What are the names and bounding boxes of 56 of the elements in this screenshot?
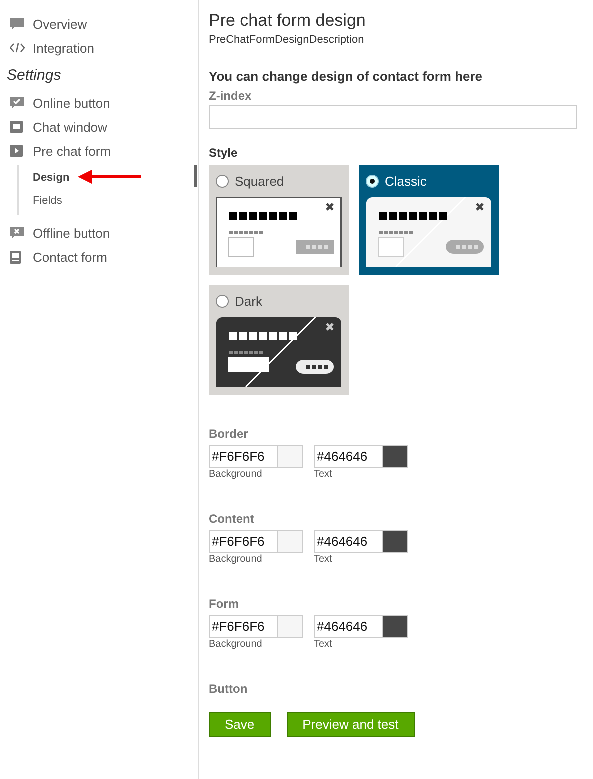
section-heading: Settings	[6, 66, 62, 86]
field-caption: Text	[314, 554, 334, 565]
color-swatch[interactable]	[277, 616, 302, 637]
nav-item[interactable]: Integration	[33, 40, 94, 56]
color-field[interactable]: #464646	[314, 615, 408, 638]
color-field[interactable]: #464646	[314, 530, 408, 553]
section-heading: Content	[209, 512, 256, 526]
section-heading: Form	[209, 597, 240, 611]
section-heading: You can change design of contact form here	[209, 69, 484, 84]
radio-button[interactable]	[366, 175, 379, 188]
color-swatch[interactable]	[382, 446, 407, 467]
option-label: Squared	[235, 174, 284, 189]
color-field[interactable]: #F6F6F6	[209, 445, 303, 468]
color-swatch[interactable]	[382, 531, 407, 552]
color-swatch[interactable]	[277, 446, 302, 467]
color-swatch[interactable]	[277, 531, 302, 552]
chat-icon	[10, 18, 24, 30]
nav-item[interactable]: Offline button	[33, 226, 110, 240]
nav-subitem[interactable]: Fields	[33, 190, 62, 213]
window-icon	[10, 121, 23, 133]
input-field[interactable]	[209, 105, 577, 129]
field-label: Z-index	[209, 89, 253, 103]
section-heading: Style	[209, 146, 239, 160]
field-caption: Background	[209, 554, 264, 565]
color-swatch[interactable]	[382, 616, 407, 637]
field-caption: Text	[314, 469, 334, 480]
x-icon	[10, 226, 24, 240]
option-label: Dark	[235, 294, 262, 309]
radio-button[interactable]	[216, 175, 229, 188]
arrow-icon	[78, 170, 141, 184]
nav-subitem[interactable]: Design	[33, 167, 70, 190]
page-title: Pre chat form design	[209, 11, 367, 31]
style-option-card[interactable]: Squared	[209, 165, 349, 275]
field-caption: Text	[314, 639, 334, 650]
section-heading: Border	[209, 427, 250, 441]
color-field[interactable]: #F6F6F6	[209, 530, 303, 553]
nav-item[interactable]: Overview	[33, 16, 88, 32]
scrollbar-thumb[interactable]	[194, 165, 197, 187]
code-icon	[10, 43, 25, 53]
nav-item[interactable]: Contact form	[33, 250, 108, 264]
form-icon	[10, 250, 21, 264]
play-icon	[10, 145, 23, 157]
page-description: PreChatFormDesignDescription	[209, 34, 366, 46]
nav-item[interactable]: Online button	[33, 96, 110, 110]
option-label: Classic	[385, 174, 427, 189]
style-option-card[interactable]: Classic	[359, 165, 499, 275]
nav-item[interactable]: Pre chat form	[33, 144, 112, 158]
nav-item[interactable]: Chat window	[33, 120, 108, 134]
field-caption: Background	[209, 639, 264, 650]
radio-button[interactable]	[216, 295, 229, 308]
field-caption: Background	[209, 469, 264, 480]
section-heading: Button	[209, 682, 249, 696]
check-icon	[10, 96, 24, 110]
style-option-card[interactable]: Dark	[209, 285, 349, 395]
color-field[interactable]: #F6F6F6	[209, 615, 303, 638]
color-field[interactable]: #464646	[314, 445, 408, 468]
